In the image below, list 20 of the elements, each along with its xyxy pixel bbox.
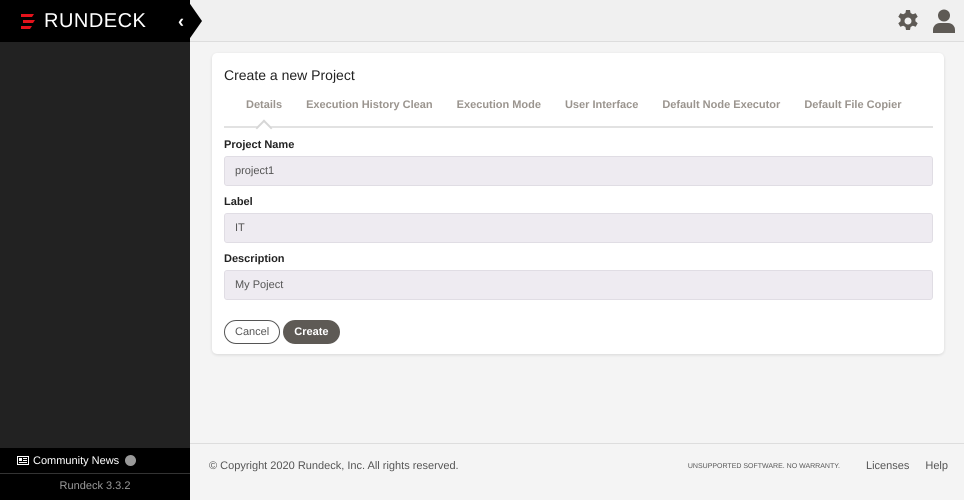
field-label: Label <box>224 196 254 208</box>
cancel-button[interactable]: Cancel <box>224 320 280 344</box>
field-label: Project Name <box>224 139 296 151</box>
create-button[interactable]: Create <box>283 320 340 344</box>
footer-link[interactable]: Help <box>925 460 948 472</box>
input-field[interactable]: My Poject <box>224 270 933 300</box>
newspaper-icon <box>17 456 29 465</box>
input-field[interactable]: IT <box>224 213 933 243</box>
settings-icon[interactable] <box>896 8 920 32</box>
version-text: Rundeck 3.3.2 <box>58 479 132 492</box>
user-icon[interactable] <box>933 8 955 32</box>
footer-link[interactable]: Licenses <box>866 460 910 472</box>
copyright-text: © Copyright 2020 Rundeck, Inc. All rights reserved. <box>209 460 460 472</box>
status-dot-icon <box>125 455 136 466</box>
logo-icon <box>20 14 36 28</box>
input-field[interactable]: project1 <box>224 156 933 186</box>
page-title: Create a new Project <box>224 67 356 83</box>
brand-name: RUNDECK <box>44 10 146 32</box>
field-label: Description <box>224 253 286 265</box>
community-news-link[interactable]: Community News <box>33 454 120 466</box>
